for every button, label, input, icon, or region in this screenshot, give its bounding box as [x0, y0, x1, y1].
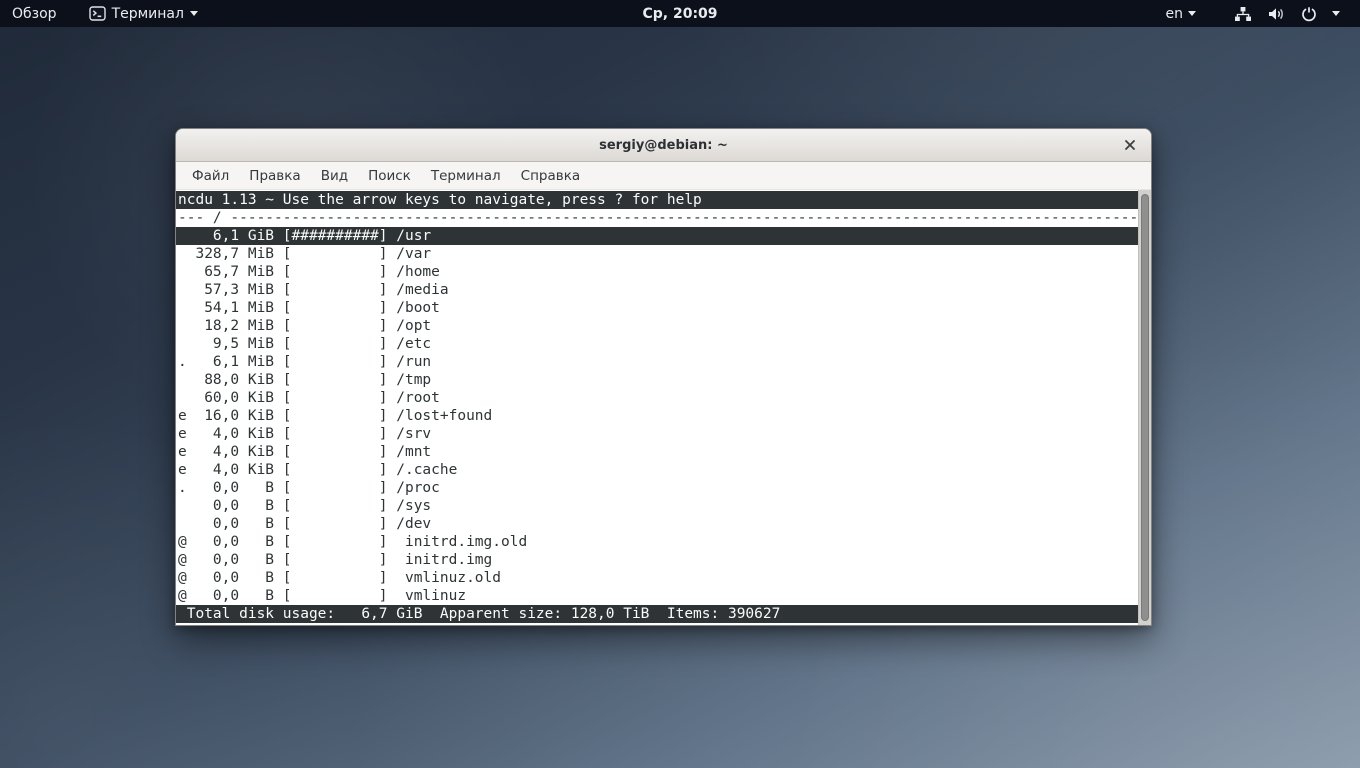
ncdu-row: 0,0 B [ ] /dev	[176, 515, 1138, 533]
ncdu-rows: 6,1 GiB [##########] /usr 328,7 MiB [ ] …	[176, 227, 1138, 605]
ncdu-row: 0,0 B [ ] /sys	[176, 497, 1138, 515]
ncdu-header: ncdu 1.13 ~ Use the arrow keys to naviga…	[176, 191, 1138, 209]
ncdu-row: e 16,0 KiB [ ] /lost+found	[176, 407, 1138, 425]
app-menu-terminal[interactable]: Терминал	[77, 0, 210, 27]
terminal-screen[interactable]: ncdu 1.13 ~ Use the arrow keys to naviga…	[176, 190, 1151, 626]
ncdu-row: e 4,0 KiB [ ] /srv	[176, 425, 1138, 443]
power-icon	[1301, 6, 1317, 22]
ncdu-row: . 0,0 B [ ] /proc	[176, 479, 1138, 497]
keyboard-layout-indicator[interactable]: en	[1156, 0, 1207, 27]
ncdu-row: 18,2 MiB [ ] /opt	[176, 317, 1138, 335]
ncdu-row: e 4,0 KiB [ ] /.cache	[176, 461, 1138, 479]
window-title: sergiy@debian: ~	[599, 138, 728, 153]
chevron-down-icon	[190, 11, 198, 16]
menu-item[interactable]: Поиск	[358, 164, 421, 188]
top-bar: Обзор Терминал Ср, 20:09 en	[0, 0, 1360, 27]
terminal-window: sergiy@debian: ~ ФайлПравкаВидПоискТерми…	[175, 128, 1152, 626]
ncdu-row: 57,3 MiB [ ] /media	[176, 281, 1138, 299]
ncdu-row: 65,7 MiB [ ] /home	[176, 263, 1138, 281]
ncdu-output: ncdu 1.13 ~ Use the arrow keys to naviga…	[176, 190, 1138, 626]
activities-button[interactable]: Обзор	[0, 0, 69, 27]
system-status-area[interactable]	[1228, 0, 1346, 27]
ncdu-row: 60,0 KiB [ ] /root	[176, 389, 1138, 407]
scrollbar[interactable]	[1138, 190, 1151, 626]
ncdu-row: e 4,0 KiB [ ] /mnt	[176, 443, 1138, 461]
chevron-down-icon	[1188, 11, 1196, 16]
ncdu-footer: Total disk usage: 6,7 GiB Apparent size:…	[176, 605, 1138, 623]
chevron-down-icon	[1332, 11, 1340, 16]
ncdu-row: 9,5 MiB [ ] /etc	[176, 335, 1138, 353]
ncdu-row: 88,0 KiB [ ] /tmp	[176, 371, 1138, 389]
terminal-app-icon	[89, 6, 106, 21]
ncdu-row: 54,1 MiB [ ] /boot	[176, 299, 1138, 317]
window-titlebar[interactable]: sergiy@debian: ~	[176, 129, 1151, 162]
menu-item[interactable]: Правка	[239, 164, 310, 188]
ncdu-row: @ 0,0 B [ ] vmlinuz	[176, 587, 1138, 605]
ncdu-row: 328,7 MiB [ ] /var	[176, 245, 1138, 263]
ncdu-row: @ 0,0 B [ ] initrd.img	[176, 551, 1138, 569]
ncdu-row-selected: 6,1 GiB [##########] /usr	[176, 227, 1138, 245]
activities-label: Обзор	[12, 6, 57, 22]
menu-item[interactable]: Вид	[311, 164, 358, 188]
ncdu-row: . 6,1 MiB [ ] /run	[176, 353, 1138, 371]
ncdu-path-line: --- / ----------------------------------…	[176, 209, 1138, 227]
menu-bar: ФайлПравкаВидПоискТерминалСправка	[176, 162, 1151, 190]
app-menu-label: Терминал	[112, 6, 184, 22]
close-button[interactable]	[1119, 134, 1141, 156]
menu-item[interactable]: Файл	[182, 164, 239, 188]
system-tray: en	[1156, 0, 1360, 27]
network-icon	[1234, 6, 1252, 22]
ncdu-row: @ 0,0 B [ ] initrd.img.old	[176, 533, 1138, 551]
keyboard-layout-label: en	[1166, 6, 1184, 22]
scrollbar-thumb[interactable]	[1141, 194, 1149, 621]
menu-item[interactable]: Справка	[511, 164, 590, 188]
menu-item[interactable]: Терминал	[421, 164, 511, 188]
volume-icon	[1267, 6, 1286, 22]
ncdu-row: @ 0,0 B [ ] vmlinuz.old	[176, 569, 1138, 587]
clock[interactable]: Ср, 20:09	[632, 0, 727, 27]
